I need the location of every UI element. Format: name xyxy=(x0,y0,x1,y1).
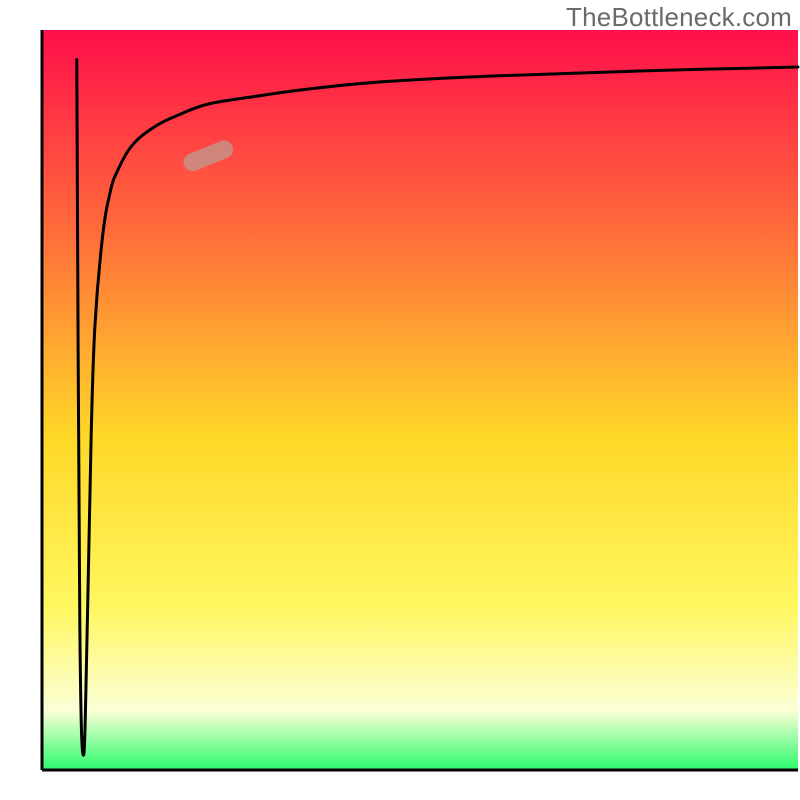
chart-svg xyxy=(0,0,800,800)
chart-container: { "attribution": "TheBottleneck.com", "c… xyxy=(0,0,800,800)
attribution-text: TheBottleneck.com xyxy=(566,2,792,33)
plot-background xyxy=(42,30,798,770)
